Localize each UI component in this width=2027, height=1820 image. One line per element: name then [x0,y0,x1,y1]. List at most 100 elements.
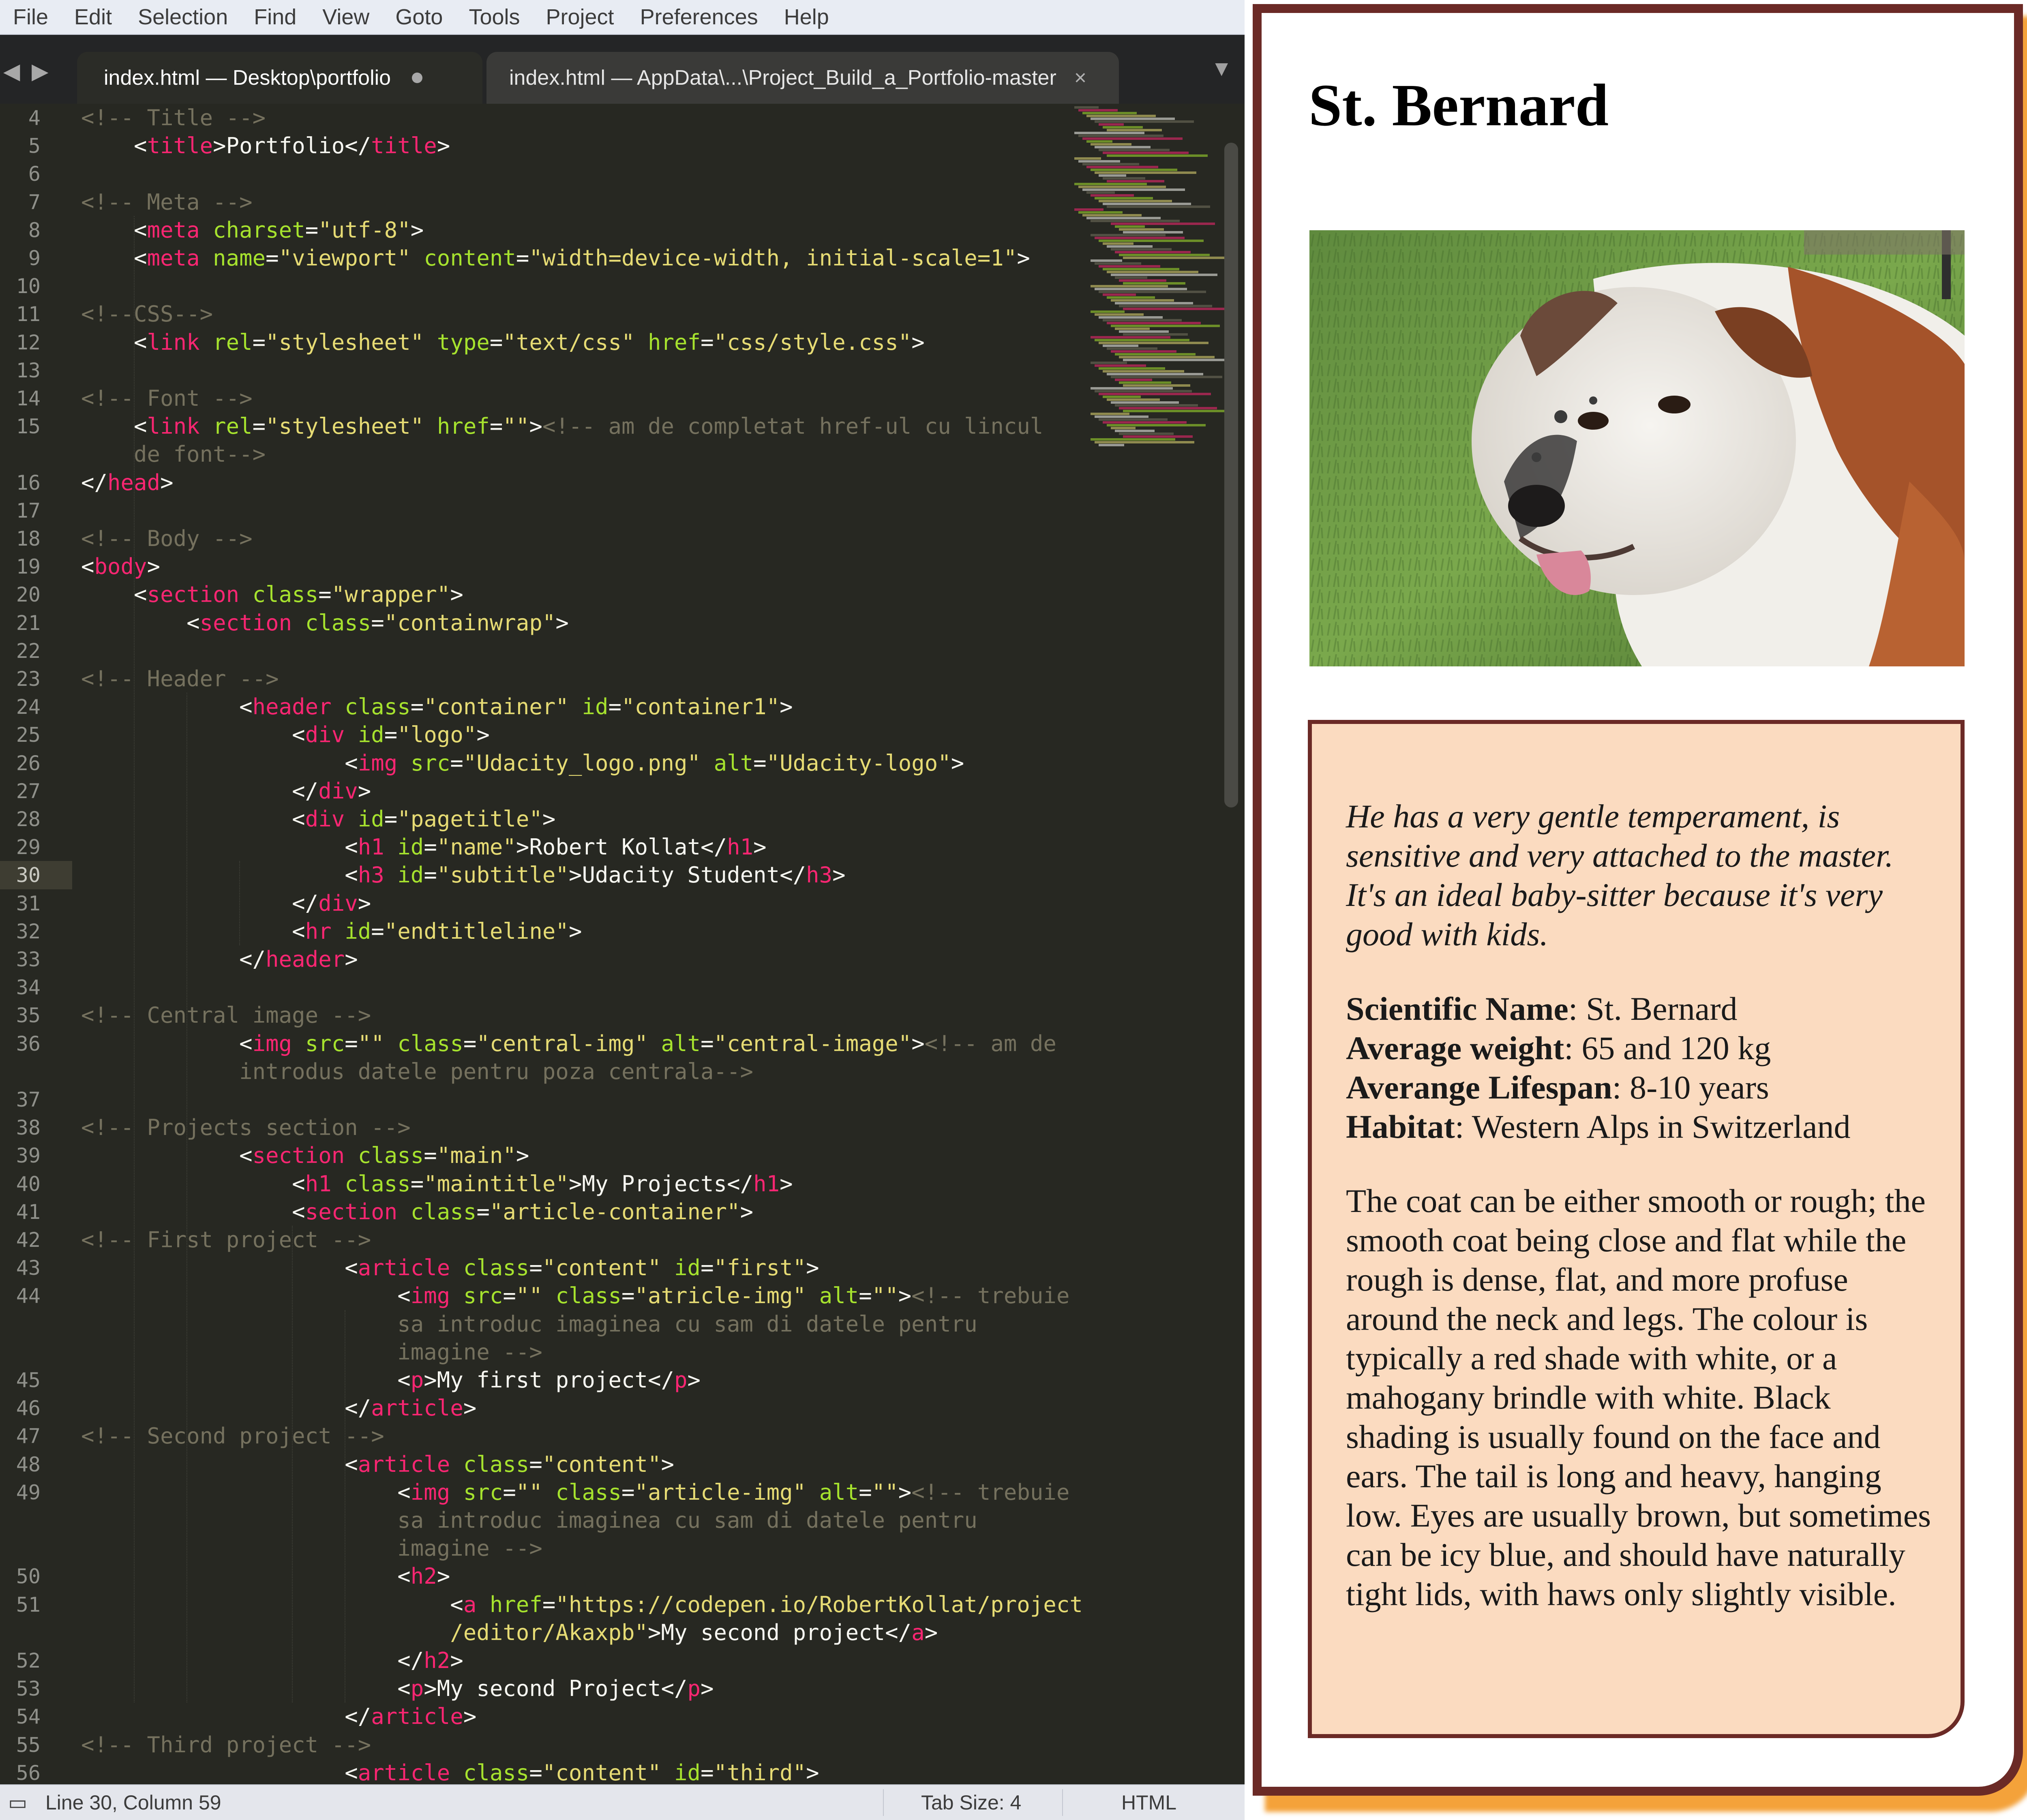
code-line[interactable]: </head> [81,469,174,497]
menu-item-tools[interactable]: Tools [456,0,533,34]
tab-scroll-right-icon[interactable]: ▶ [32,58,49,84]
code-line[interactable]: <meta name="viewport" content="width=dev… [81,244,1030,272]
code-line[interactable]: /editor/Akaxpb">My second project</a> [81,1619,938,1647]
code-token: = [410,694,424,720]
code-line[interactable]: <header class="container" id="container1… [81,693,793,721]
code-line[interactable]: </article> [81,1394,476,1422]
panel-toggle-icon[interactable]: ▭ [8,1785,27,1820]
syntax-selector[interactable]: HTML [1121,1785,1176,1820]
code-line[interactable]: </header> [81,945,358,974]
tab-index-desktop[interactable]: index.html — Desktop\portfolio [77,52,482,104]
code-editor[interactable]: 4 5 6 7 8 9 10 11 12 13 14 15 16 17 18 19 20 21 22 23 24 25 26… [0,104,1245,1784]
code-line[interactable]: <!-- First project --> [81,1226,371,1254]
menu-item-find[interactable]: Find [241,0,309,34]
code-line[interactable]: <section class="main"> [81,1141,529,1170]
code-line[interactable]: </div> [81,777,371,805]
code-line[interactable]: imagine --> [81,1534,542,1563]
code-line[interactable]: introdus datele pentru poza centrala--> [81,1058,753,1086]
code-line[interactable]: <!-- Second project --> [81,1422,384,1450]
menu-item-selection[interactable]: Selection [125,0,241,34]
code-token: src [463,1283,503,1309]
tab-list-dropdown-icon[interactable]: ▼ [1211,56,1232,81]
code-token: h1 [358,834,384,860]
code-line[interactable]: <hr id="endtitleline"> [81,917,582,946]
code-token: < [81,1563,411,1589]
tab-index-appdata[interactable]: index.html — AppData\...\Project_Build_a… [486,52,1119,104]
menu-item-preferences[interactable]: Preferences [627,0,771,34]
line-number: 26 [16,751,41,775]
code-line[interactable]: <link rel="stylesheet" type="text/css" h… [81,328,925,357]
code-token: link [147,329,200,355]
code-line[interactable]: <article class="content" id="first"> [81,1254,819,1282]
code-line[interactable]: </h2> [81,1647,463,1675]
code-line[interactable]: <article class="content"> [81,1450,674,1479]
menu-item-help[interactable]: Help [771,0,842,34]
code-line[interactable]: <!-- Header --> [81,665,279,693]
code-line[interactable]: <meta charset="utf-8"> [81,216,424,244]
code-line[interactable]: <!-- Body --> [81,525,253,553]
code-token: = [424,862,437,888]
code-line[interactable]: <p>My second Project</p> [81,1674,714,1703]
minimap-line [1123,410,1236,412]
code-line[interactable]: <!-- Central image --> [81,1001,371,1030]
menu-item-view[interactable]: View [309,0,382,34]
code-token: "main" [437,1143,516,1169]
code-line[interactable]: <img src="Udacity_logo.png" alt="Udacity… [81,749,964,777]
minimap-line [1119,356,1215,358]
code-line[interactable]: <title>Portfolio</title> [81,132,450,160]
code-line[interactable]: <!--CSS--> [81,300,213,328]
code-line[interactable]: <img src="" class="article-img" alt=""><… [81,1478,1069,1507]
minimap-line [1103,421,1187,424]
code-token: > [1017,245,1030,271]
code-line[interactable]: <!-- Font --> [81,384,253,413]
code-line[interactable]: <!-- Third project --> [81,1731,371,1759]
code-token: "" [516,1479,542,1505]
code-token: "subtitle" [437,862,569,888]
fact-value: : Western Alps in Switzerland [1455,1108,1851,1145]
tab-scroll-left-icon[interactable]: ◀ [3,58,20,84]
minimap-line [1091,438,1175,441]
code-token: < [81,554,94,580]
code-line[interactable]: <img src="" class="atricle-img" alt=""><… [81,1282,1069,1310]
code-line[interactable]: <!-- Title --> [81,104,266,132]
code-line[interactable]: <section class="article-container"> [81,1198,753,1226]
code-line[interactable]: </article> [81,1702,476,1731]
code-line[interactable]: <article class="content" id="third"> [81,1759,819,1784]
code-line[interactable]: <div id="pagetitle"> [81,805,555,833]
menu-item-edit[interactable]: Edit [61,0,125,34]
code-line[interactable]: sa introduc imaginea cu sam di datele pe… [81,1310,977,1338]
code-token: > [450,582,463,608]
code-token: id [358,722,384,748]
code-token: img [410,1283,450,1309]
menu-item-file[interactable]: File [0,0,61,34]
code-line[interactable]: </div> [81,889,371,918]
code-token: > [740,1199,754,1225]
code-line[interactable]: <h1 id="name">Robert Kollat</h1> [81,833,766,861]
minimap-line [1099,291,1206,293]
code-line[interactable]: <section class="containwrap"> [81,609,569,637]
code-line[interactable]: de font--> [81,440,266,469]
code-token: </ [81,1704,371,1730]
code-line[interactable]: <img src="" class="central-img" alt="cen… [81,1030,1056,1058]
code-line[interactable]: <h1 class="maintitle">My Projects</h1> [81,1170,793,1198]
code-line[interactable]: imagine --> [81,1338,542,1366]
code-line[interactable]: <div id="logo"> [81,721,490,749]
close-icon[interactable]: × [1074,66,1086,90]
code-line[interactable]: <link rel="stylesheet" href=""><!-- am d… [81,412,1043,441]
vertical-scrollbar[interactable] [1224,143,1238,807]
code-area[interactable]: <!-- Title --> <title>Portfolio</title> <… [81,104,1083,1784]
minimap[interactable] [1074,104,1236,452]
code-line[interactable]: <p>My first project</p> [81,1366,701,1394]
minimap-line [1123,282,1185,285]
code-line[interactable]: <!-- Projects section --> [81,1113,411,1142]
code-line[interactable]: <body> [81,552,160,581]
code-line[interactable]: <section class="wrapper"> [81,580,463,609]
code-line[interactable]: <h3 id="subtitle">Udacity Student</h3> [81,861,845,889]
code-line[interactable]: <h2> [81,1562,450,1591]
tab-size-selector[interactable]: Tab Size: 4 [921,1785,1021,1820]
code-line[interactable]: <a href="https://codepen.io/RobertKollat… [81,1591,1083,1619]
code-line[interactable]: <!-- Meta --> [81,188,253,216]
code-line[interactable]: sa introduc imaginea cu sam di datele pe… [81,1506,977,1535]
menu-item-project[interactable]: Project [533,0,627,34]
menu-item-goto[interactable]: Goto [382,0,456,34]
